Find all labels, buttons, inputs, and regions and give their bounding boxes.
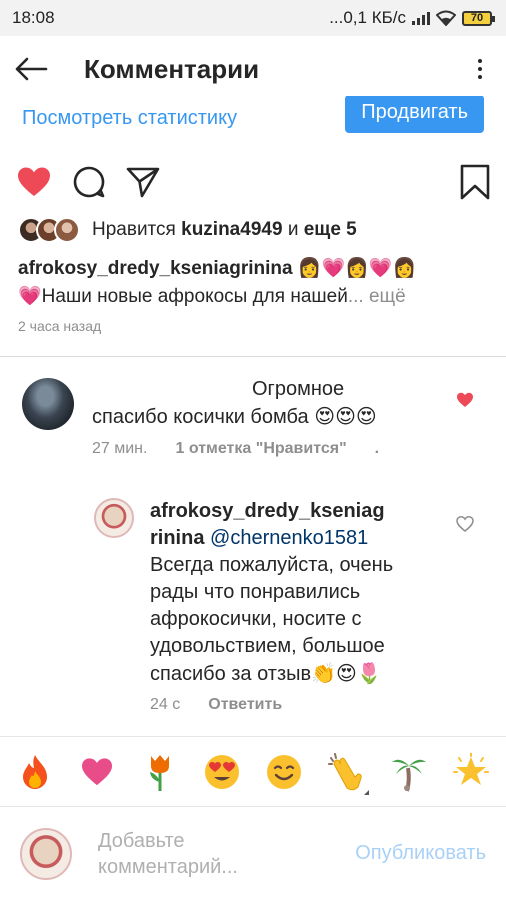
comment-like-button[interactable]: [456, 392, 474, 413]
caption-more-link[interactable]: ещё: [369, 286, 406, 307]
reply-username[interactable]: afrokosy_dredy_kseniag: [150, 500, 385, 522]
more-options-button[interactable]: [468, 49, 492, 89]
comment-input-placeholder: Добавьте: [98, 829, 185, 852]
reply-meta: 24 с Ответить: [150, 696, 282, 714]
reply-time: 24 с: [150, 696, 181, 713]
divider: [0, 356, 506, 357]
page-title: Комментарии: [84, 53, 260, 84]
commenter-avatar[interactable]: [22, 378, 74, 430]
likes-prefix: Нравится: [92, 219, 176, 240]
like-button[interactable]: [16, 166, 52, 198]
reply-item: afrokosy_dredy_kseniag rinina @chernenko…: [0, 494, 506, 720]
emoji-star-button[interactable]: [446, 747, 496, 797]
share-button[interactable]: [126, 166, 160, 198]
comment-likes-count[interactable]: 1 отметка "Нравится": [175, 440, 346, 458]
comment-trailing-dot: .: [374, 440, 380, 457]
comment-text: Огромное спасибо косички бомба 😍😍😍: [92, 376, 452, 431]
emoji-fire-button[interactable]: [10, 747, 60, 797]
arrow-left-icon: [15, 57, 48, 81]
heart-outline-icon: [456, 515, 474, 532]
caption-ellipsis: ...: [347, 286, 364, 307]
likes-others-count[interactable]: еще 5: [304, 219, 357, 240]
comment-icon: [73, 166, 105, 198]
save-button[interactable]: [460, 164, 490, 200]
promote-button[interactable]: Продвигать: [345, 96, 484, 133]
avatar: [54, 217, 80, 243]
reply-mention-link[interactable]: @chernenko1581: [210, 527, 368, 549]
reply-line: рады что понравились: [150, 581, 361, 603]
comment-time: 27 мин.: [92, 440, 148, 457]
smile-icon: [267, 754, 302, 789]
status-indicators: ...0,1 КБ/с 70: [329, 8, 495, 28]
glowing-star-icon: [452, 752, 489, 785]
emoji-clap-button[interactable]: [321, 747, 371, 797]
comment-line: Огромное: [252, 378, 345, 400]
emoji-quick-bar: [0, 736, 506, 806]
signal-icon: [412, 11, 430, 25]
tulip-icon: [149, 754, 169, 791]
palm-tree-icon: [391, 759, 426, 792]
back-button[interactable]: [14, 49, 54, 89]
reply-line: спасибо за отзыв: [150, 663, 312, 685]
fire-icon: [23, 754, 48, 789]
reply-button[interactable]: Ответить: [208, 696, 282, 714]
reply-line: удовольствием, большое: [150, 635, 385, 657]
likes-text: Нравится kuzina4949 и еще 5: [92, 219, 357, 241]
comment-item: Огромное спасибо косички бомба 😍😍😍 27 ми…: [0, 372, 506, 472]
app-header: Комментарии: [0, 36, 506, 102]
liker-avatars: [18, 217, 80, 243]
comment-button[interactable]: [72, 165, 106, 199]
caption-emoji: 👩💗👩💗👩: [297, 257, 417, 279]
emoji-heart-eyes-button[interactable]: [197, 747, 247, 797]
reply-line: афрокосички, носите с: [150, 608, 362, 630]
status-time: 18:08: [12, 8, 55, 27]
comment-composer: Добавьте комментарий... Опубликовать: [0, 806, 506, 900]
comment-line: спасибо косички бомба: [92, 406, 309, 428]
pink-heart-icon: [82, 757, 113, 785]
status-bar: 18:08 ...0,1 КБ/с 70: [0, 0, 506, 36]
network-speed: ...0,1 КБ/с: [329, 8, 406, 27]
reply-author-avatar[interactable]: [94, 498, 134, 538]
caption-username[interactable]: afrokosy_dredy_kseniagrinina: [18, 258, 293, 279]
reply-text: afrokosy_dredy_kseniag rinina @chernenko…: [150, 498, 450, 688]
user-avatar: [20, 827, 72, 880]
battery-icon: 70: [462, 10, 495, 26]
caption-text: 💗Наши новые афрокосы для нашей: [18, 286, 348, 307]
emoji-smile-button[interactable]: [259, 747, 309, 797]
reply-username-continued[interactable]: rinina: [150, 527, 204, 549]
promo-bar: Посмотреть статистику Продвигать: [0, 96, 506, 140]
comment-input-placeholder: комментарий...: [98, 855, 238, 878]
comment-meta: 27 мин. 1 отметка "Нравится" .: [92, 440, 379, 458]
emoji-tulip-button[interactable]: [135, 747, 185, 797]
heart-filled-icon: [457, 392, 473, 407]
heart-eyes-icon: [204, 754, 239, 789]
comment-input[interactable]: Добавьте комментарий...: [98, 828, 308, 880]
reply-line: Всегда пожалуйста, очень: [150, 554, 394, 576]
heart-filled-icon: [18, 167, 50, 196]
reply-like-button[interactable]: [456, 515, 474, 537]
post-actions: [0, 160, 506, 204]
post-timestamp: 2 часа назад: [18, 318, 102, 334]
view-statistics-link[interactable]: Посмотреть статистику: [22, 107, 237, 130]
likes-summary[interactable]: Нравится kuzina4949 и еще 5: [18, 214, 357, 246]
clapping-hands-icon: [328, 752, 363, 790]
liker-username[interactable]: kuzina4949: [181, 219, 282, 240]
bookmark-icon: [460, 164, 490, 200]
emoji-heart-button[interactable]: [72, 747, 122, 797]
send-icon: [126, 167, 160, 198]
emoji-palm-button[interactable]: [384, 747, 434, 797]
likes-conjunction: и: [287, 219, 299, 240]
reply-emoji: 👏😍🌷: [311, 661, 382, 685]
comment-emoji: 😍😍😍: [314, 404, 377, 428]
publish-button[interactable]: Опубликовать: [355, 842, 486, 865]
wifi-icon: [436, 10, 456, 26]
post-caption: afrokosy_dredy_kseniagrinina 👩💗👩💗👩 💗Наши…: [18, 254, 488, 311]
more-vertical-icon: [478, 59, 482, 63]
